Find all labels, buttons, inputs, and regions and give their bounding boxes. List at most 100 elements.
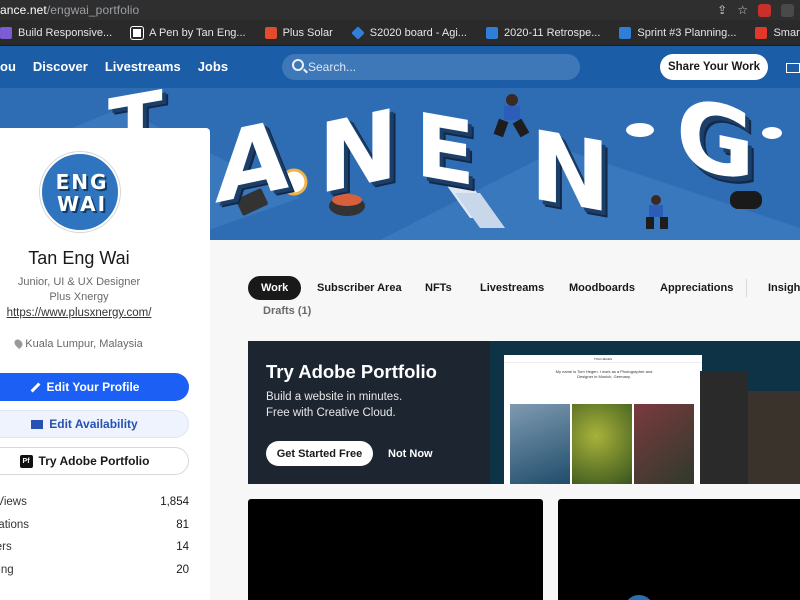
brand-icon (755, 26, 768, 39)
profile-name: Tan Eng Wai (28, 248, 130, 268)
banner-letter: E (415, 92, 476, 207)
stat-label: wing (0, 563, 14, 576)
nav-link-jobs[interactable]: Jobs (198, 59, 228, 74)
url-text[interactable]: ance.net/engwai_portfolio (0, 3, 139, 17)
share-your-work-button[interactable]: Share Your Work (660, 54, 768, 80)
nav-link-discover[interactable]: Discover (33, 59, 88, 74)
nav-link-you[interactable]: ou (0, 59, 16, 74)
tab-divider (746, 279, 747, 297)
mockup-header: TOM HEGEN (504, 355, 702, 363)
adobe-portfolio-icon: Pf (19, 454, 33, 468)
profile-tabs: Work Subscriber Area NFTs Livestreams Mo… (248, 276, 800, 300)
profile-role: Junior, UI & UX Designer (17, 276, 141, 288)
edit-availability-label: Edit Availability (49, 417, 138, 431)
tab-moodboards[interactable]: Moodboards (569, 276, 635, 300)
bookmark-item[interactable]: Sprint #3 Planning... (619, 26, 737, 39)
profile-stats: t Views 1,854 ciations 81 vers 14 wing 2… (0, 496, 189, 586)
tab-livestreams[interactable]: Livestreams (480, 276, 544, 300)
profile-company: Plus Xnergy (49, 291, 109, 303)
search-placeholder: Search... (308, 60, 357, 74)
share-page-icon[interactable]: ⇪ (717, 2, 727, 18)
confluence-icon (485, 26, 498, 39)
extension-icon[interactable] (758, 3, 771, 17)
location-text: Kuala Lumpur, Malaysia (25, 338, 143, 350)
try-adobe-portfolio-label: Try Adobe Portfolio (38, 454, 150, 468)
stat-row: ciations 81 (0, 519, 189, 542)
avatar[interactable]: ENG WAI (40, 152, 120, 232)
bookmark-item[interactable]: S2020 board - Agi... (350, 25, 467, 40)
mail-icon[interactable] (786, 63, 800, 73)
bookmark-label: A Pen by Tan Eng... (149, 26, 246, 39)
portfolio-mockup: TOM HEGEN My name is Tom Hegen. I work a… (504, 355, 702, 484)
drafts-link[interactable]: Drafts (1) (263, 305, 311, 317)
tab-nfts[interactable]: NFTs (425, 276, 452, 300)
pencil-icon (30, 382, 40, 392)
location-pin-icon (13, 337, 25, 350)
stat-row: vers 14 (0, 541, 189, 564)
mockup-side-panel (748, 391, 800, 484)
promo-preview-image: TOM HEGEN My name is Tom Hegen. I work a… (490, 341, 800, 484)
extension-icon-2[interactable] (781, 3, 794, 17)
address-bar[interactable]: ance.net/engwai_portfolio ⇪ ☆ (0, 0, 800, 20)
bookmark-item[interactable]: A Pen by Tan Eng... (131, 26, 246, 39)
nav-link-livestreams[interactable]: Livestreams (105, 59, 181, 74)
envelope-icon (31, 419, 44, 429)
avatar-text-bottom: WAI (56, 192, 108, 216)
project-card[interactable] (558, 499, 800, 600)
tab-appreciations[interactable]: Appreciations (660, 276, 733, 300)
stat-value: 81 (176, 518, 189, 531)
banner-letter: A (215, 98, 290, 226)
bookmark-label: S2020 board - Agi... (369, 26, 467, 39)
edit-profile-button[interactable]: Edit Your Profile (0, 373, 189, 401)
top-nav: ou Discover Livestreams Jobs Search... S… (0, 46, 800, 88)
stat-label: ciations (0, 518, 29, 531)
mockup-photo (572, 404, 632, 484)
try-adobe-portfolio-button[interactable]: Pf Try Adobe Portfolio (0, 447, 189, 475)
office-icon (264, 26, 277, 39)
project-card[interactable] (248, 499, 543, 600)
browser-window: ance.net/engwai_portfolio ⇪ ☆ Build Resp… (0, 0, 800, 600)
stat-value: 14 (176, 541, 189, 553)
bookmark-item[interactable]: 2020-11 Retrospe... (485, 26, 601, 39)
promo-title: Try Adobe Portfolio (266, 361, 437, 382)
profile-location: Kuala Lumpur, Malaysia (0, 337, 158, 350)
mockup-photo (510, 404, 570, 484)
visual-studio-icon (0, 26, 12, 39)
bookmark-item[interactable]: Smart Energy IOT... (755, 26, 800, 39)
bookmark-item[interactable]: Plus Solar (264, 26, 333, 39)
tab-subscriber-area[interactable]: Subscriber Area (317, 276, 402, 300)
search-input[interactable]: Search... (282, 54, 580, 80)
not-now-button[interactable]: Not Now (388, 448, 433, 460)
bookmark-item[interactable]: Build Responsive... (0, 26, 113, 39)
banner-letter: N (318, 88, 399, 217)
mockup-text: My name is Tom Hegen. I work as a Photog… (555, 369, 653, 379)
edit-availability-button[interactable]: Edit Availability (0, 410, 189, 438)
bookmark-label: Build Responsive... (18, 26, 113, 39)
tab-work[interactable]: Work (248, 276, 302, 300)
url-path: /engwai_portfolio (46, 3, 140, 17)
stat-value: 20 (176, 563, 189, 576)
codepen-icon (131, 26, 144, 39)
bookmarks-bar: Build Responsive... A Pen by Tan Eng... … (0, 20, 800, 46)
card-avatar (624, 595, 654, 600)
stat-label: t Views (0, 496, 27, 508)
mockup-name: TOM HEGEN (594, 357, 613, 361)
bookmark-label: 2020-11 Retrospe... (503, 26, 601, 39)
promo-subtitle: Build a website in minutes. (266, 391, 403, 403)
tab-insights[interactable]: Insight (768, 276, 800, 300)
mockup-side-panel (700, 371, 748, 484)
confluence-icon (619, 26, 632, 39)
profile-card: ENG WAI Tan Eng Wai Junior, UI & UX Desi… (0, 128, 210, 600)
promo-subtitle: Free with Creative Cloud. (266, 407, 396, 419)
bookmark-label: Sprint #3 Planning... (637, 26, 737, 39)
get-started-free-button[interactable]: Get Started Free (266, 441, 373, 466)
stat-label: vers (0, 541, 12, 553)
banner-letter: N (530, 108, 611, 236)
mockup-photo (634, 404, 694, 484)
edit-profile-label: Edit Your Profile (46, 380, 140, 394)
stat-row: wing 20 (0, 564, 189, 587)
avatar-text-top: ENG (55, 170, 109, 194)
bookmark-star-icon[interactable]: ☆ (737, 2, 748, 18)
stat-row: t Views 1,854 (0, 496, 189, 519)
profile-website-link[interactable]: https://www.plusxnergy.com/ (0, 307, 158, 319)
